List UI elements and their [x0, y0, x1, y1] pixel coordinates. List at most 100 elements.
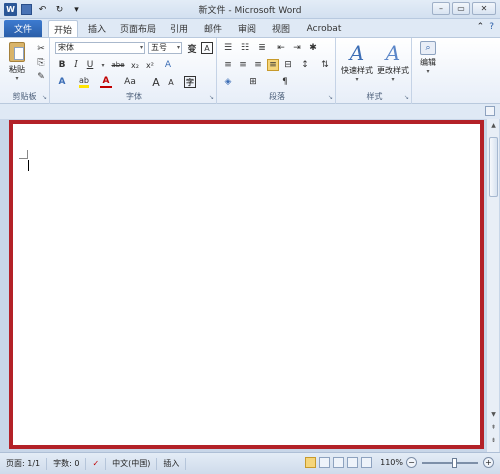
close-button[interactable]: ✕ [472, 2, 496, 15]
pinyin-guide-icon[interactable]: 变 [186, 42, 198, 55]
styles-launcher-icon[interactable]: ↘ [404, 94, 409, 101]
tab-view[interactable]: 视图 [270, 20, 292, 37]
align-left-icon[interactable]: ≡ [222, 59, 234, 71]
paragraph-launcher-icon[interactable]: ↘ [328, 94, 333, 101]
tab-file[interactable]: 文件 [4, 20, 42, 37]
tab-acrobat[interactable]: Acrobat [304, 20, 344, 37]
decrease-indent-icon[interactable]: ⇤ [275, 42, 287, 54]
next-page-icon[interactable]: ⇟ [489, 437, 498, 446]
chinese-layout-icon[interactable]: ✱ [307, 42, 319, 54]
text-effects-icon[interactable]: A [56, 76, 68, 88]
shrink-font-button[interactable]: A [165, 76, 177, 88]
ribbon-tab-bar: 文件 开始 插入 页面布局 引用 邮件 审阅 视图 Acrobat ⌃ ? [0, 19, 500, 37]
line-spacing-icon[interactable]: ↕ [299, 59, 311, 71]
language-indicator[interactable]: 中文(中国) [106, 457, 158, 470]
copy-icon[interactable]: ⎘ [35, 57, 47, 69]
minimize-ribbon-icon[interactable]: ⌃ [477, 22, 485, 32]
font-name-value: 宋体 [58, 43, 74, 52]
char-border-icon[interactable]: A [201, 42, 213, 54]
word-count[interactable]: 字数: 0 [47, 457, 87, 470]
change-styles-label: 更改样式 [377, 66, 409, 75]
help-icon[interactable]: ? [489, 22, 494, 32]
vertical-scrollbar[interactable]: ▲ ▼ ⇞ ⇟ [486, 119, 499, 452]
outline-view-icon[interactable] [347, 457, 359, 468]
italic-button[interactable]: I [70, 59, 82, 71]
distributed-icon[interactable]: ⊟ [282, 59, 294, 71]
quick-styles-button[interactable]: A 快速样式 ▾ [339, 41, 375, 83]
paste-button[interactable]: 粘贴 ▾ [6, 42, 28, 82]
font-group: 宋体 ▾ 五号 ▾ 变 A B I U ▾ abe x₂ x² A A ab A A… [52, 38, 217, 104]
sort-icon[interactable]: ⇅ [319, 59, 331, 71]
align-center-icon[interactable]: ≡ [237, 59, 249, 71]
print-layout-view-icon[interactable] [305, 457, 317, 468]
justify-icon[interactable]: ≡ [267, 59, 279, 71]
strikethrough-button[interactable]: abe [110, 59, 126, 71]
restore-button[interactable]: ▭ [452, 2, 470, 15]
borders-icon[interactable]: ⊞ [247, 76, 259, 88]
increase-indent-icon[interactable]: ⇥ [291, 42, 303, 54]
change-styles-button[interactable]: A 更改样式 ▾ [375, 41, 411, 83]
bold-button[interactable]: B [56, 59, 68, 71]
styles-group-label: 样式 [366, 92, 383, 101]
underline-button[interactable]: U [84, 59, 96, 71]
tab-home[interactable]: 开始 [48, 20, 78, 37]
clipboard-launcher-icon[interactable]: ↘ [42, 94, 47, 101]
full-screen-view-icon[interactable] [319, 457, 331, 468]
scroll-thumb[interactable] [489, 137, 498, 197]
change-case-button[interactable]: Aa [122, 76, 138, 88]
editing-label: 编辑 [420, 58, 436, 67]
scroll-up-icon[interactable]: ▲ [489, 122, 498, 131]
text-cursor [28, 160, 29, 171]
font-launcher-icon[interactable]: ↘ [209, 94, 214, 101]
zoom-out-icon[interactable]: − [406, 457, 417, 468]
paste-label: 粘贴 [9, 65, 25, 74]
insert-mode-indicator[interactable]: 插入 [157, 457, 187, 470]
shading-icon[interactable]: ◈ [222, 76, 234, 88]
bullets-icon[interactable]: ☰ [222, 42, 234, 54]
underline-dropdown-icon[interactable]: ▾ [97, 59, 109, 71]
tab-mailings[interactable]: 邮件 [202, 20, 224, 37]
document-page[interactable] [9, 120, 484, 449]
proofing-icon[interactable]: ✓ [86, 457, 107, 470]
highlight-icon[interactable]: ab [78, 76, 90, 88]
ruler-toggle-icon[interactable] [485, 106, 495, 116]
prev-page-icon[interactable]: ⇞ [489, 424, 498, 433]
paragraph-group-label: 段落 [269, 92, 285, 101]
draft-view-icon[interactable] [361, 457, 373, 468]
zoom-slider-knob[interactable] [452, 457, 457, 468]
subscript-button[interactable]: x₂ [129, 59, 141, 71]
web-layout-view-icon[interactable] [333, 457, 345, 468]
tab-references[interactable]: 引用 [168, 20, 190, 37]
grow-font-button[interactable]: A [150, 76, 162, 89]
ribbon: 粘贴 ▾ ✂ ⎘ ✎ 剪贴板 ↘ 宋体 ▾ 五号 ▾ 变 A B I U ▾ abe… [0, 37, 500, 104]
scroll-down-icon[interactable]: ▼ [489, 411, 498, 420]
ribbon-options: ⌃ ? [477, 22, 494, 32]
page-count[interactable]: 页面: 1/1 [0, 457, 48, 470]
paragraph-group: ☰ ☷ ≣ ⇤ ⇥ ✱ ≡ ≡ ≡ ≡ ⊟ ↕ ⇅ ◈ ⊞ ¶ 段落 ↘ [219, 38, 336, 104]
editing-button[interactable]: ⌕ 编辑 ▾ [416, 41, 440, 75]
zoom-level[interactable]: 110% [380, 458, 403, 467]
zoom-in-icon[interactable]: + [483, 457, 494, 468]
tab-insert[interactable]: 插入 [86, 20, 108, 37]
tab-page-layout[interactable]: 页面布局 [118, 20, 158, 37]
zoom-slider[interactable] [422, 457, 478, 468]
align-right-icon[interactable]: ≡ [252, 59, 264, 71]
tab-review[interactable]: 审阅 [236, 20, 258, 37]
format-painter-icon[interactable]: ✎ [35, 71, 47, 83]
paste-icon [9, 42, 25, 62]
superscript-button[interactable]: x² [144, 59, 156, 71]
clear-formatting-icon[interactable]: A [162, 59, 174, 71]
font-size-combo[interactable]: 五号 ▾ [148, 42, 182, 54]
binoculars-icon: ⌕ [420, 41, 436, 55]
show-marks-icon[interactable]: ¶ [279, 76, 291, 88]
multilevel-list-icon[interactable]: ≣ [256, 42, 268, 54]
numbering-icon[interactable]: ☷ [239, 42, 251, 54]
quick-styles-label: 快速样式 [341, 66, 373, 75]
font-color-button[interactable]: A [100, 76, 112, 88]
font-size-value: 五号 [151, 43, 167, 52]
minimize-button[interactable]: – [432, 2, 450, 15]
ruler-area [0, 104, 500, 119]
enclose-char-icon[interactable]: 字 [184, 76, 196, 88]
cut-icon[interactable]: ✂ [35, 43, 47, 55]
font-name-combo[interactable]: 宋体 ▾ [55, 42, 145, 54]
